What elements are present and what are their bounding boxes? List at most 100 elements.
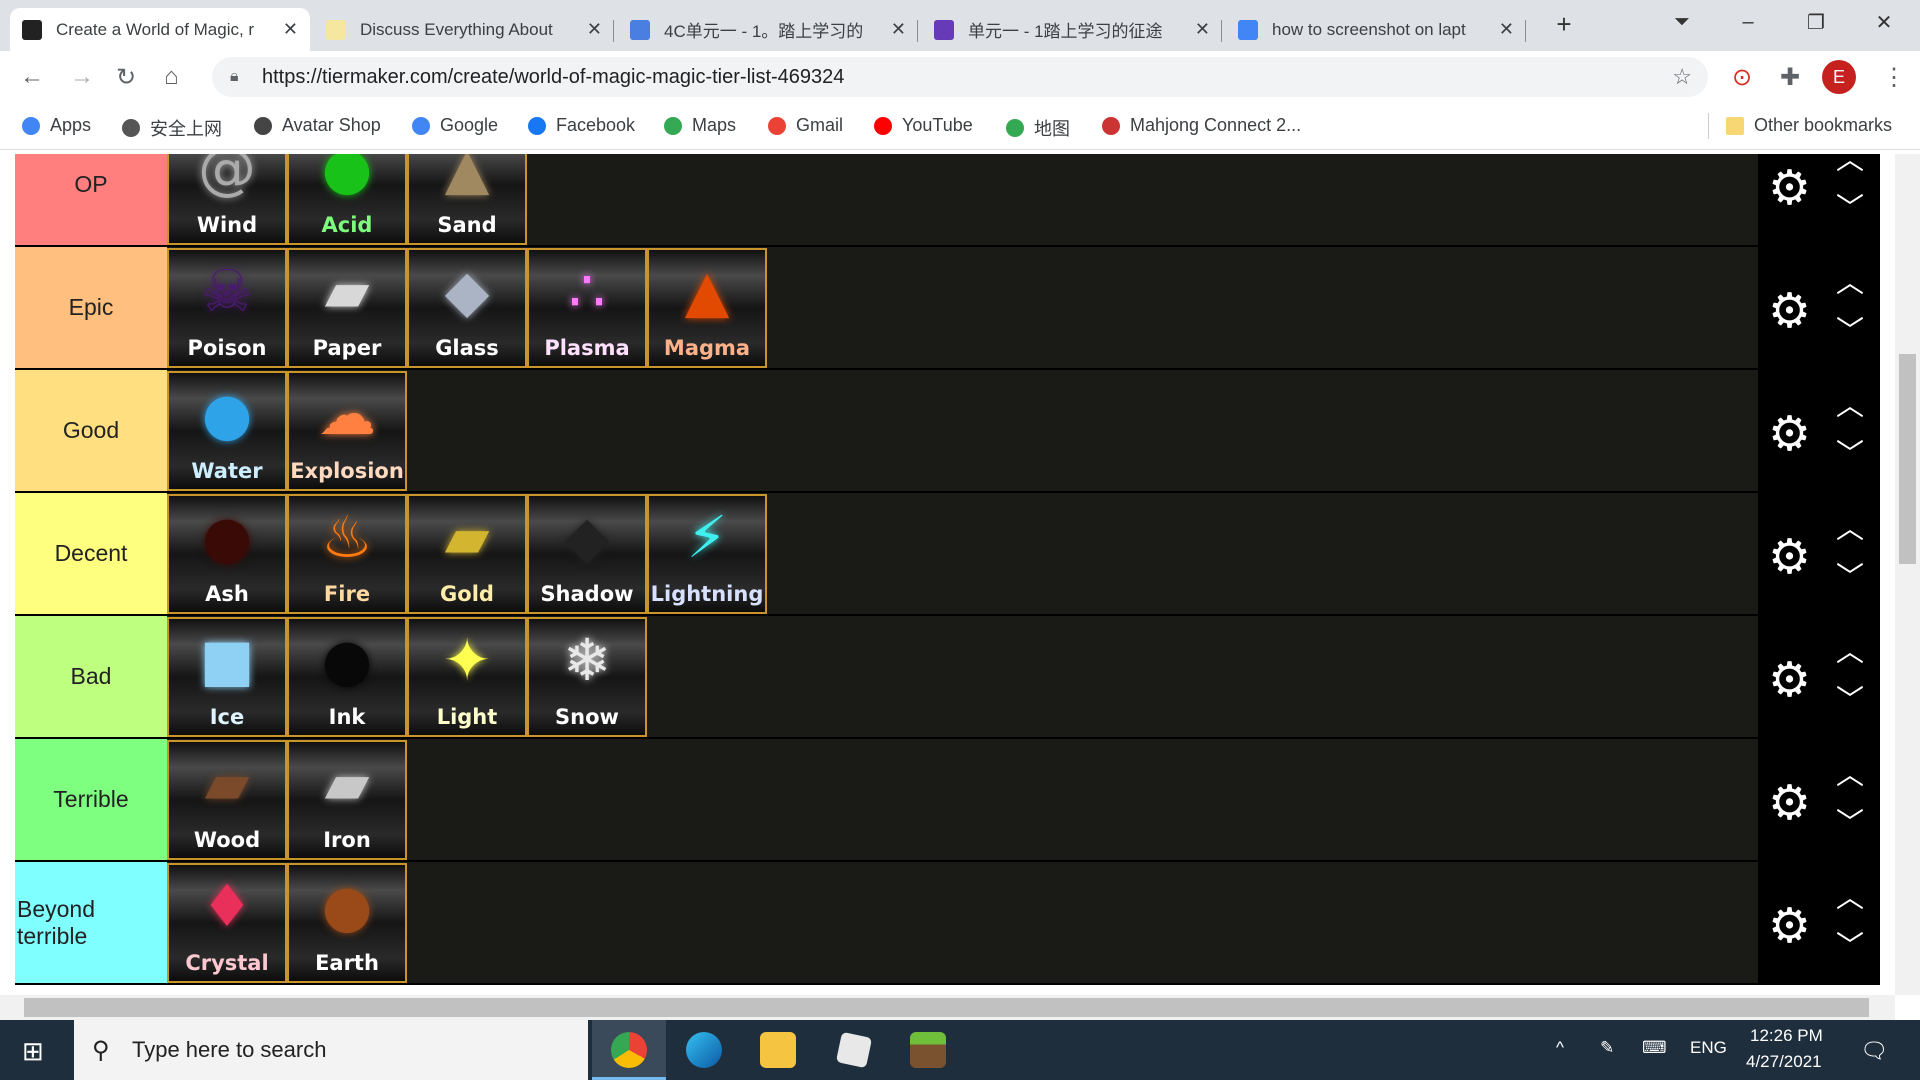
bookmark-1[interactable]: 安全上网 [122, 115, 222, 141]
language-indicator[interactable]: ENG [1690, 1038, 1727, 1058]
gear-icon[interactable]: ⚙ [1768, 652, 1811, 708]
tier-item-crystal[interactable]: ♦ Crystal [167, 863, 287, 983]
windows-start-icon[interactable]: ⊞ [22, 1036, 44, 1067]
chevron-up-icon[interactable]: ︿ [1836, 630, 1864, 670]
chevron-up-icon[interactable]: ︿ [1836, 507, 1864, 547]
tray-chevron-icon[interactable]: ^ [1556, 1038, 1564, 1058]
back-icon[interactable]: ← [20, 63, 44, 91]
tab-1[interactable]: Discuss Everything About ✕ [314, 8, 614, 51]
tier-item-light[interactable]: ✦ Light [407, 617, 527, 737]
tier-items[interactable]: ☠ Poison ▰ Paper ◆ Glass ∴ Plasma ▲ Magma [167, 247, 1758, 368]
horizontal-scroll-thumb[interactable] [24, 998, 1869, 1017]
home-icon[interactable]: ⌂ [164, 63, 179, 91]
tier-item-water[interactable]: ● Water [167, 371, 287, 491]
tier-item-plasma[interactable]: ∴ Plasma [527, 248, 647, 368]
close-tab-icon[interactable]: ✕ [1195, 19, 1210, 40]
tier-item-wind[interactable]: @ Wind [167, 154, 287, 245]
tier-items[interactable]: ● Ash ♨ Fire ▰ Gold ◆ Shadow ⚡ Lightning [167, 493, 1758, 614]
gear-icon[interactable]: ⚙ [1768, 406, 1811, 462]
close-tab-icon[interactable]: ✕ [1499, 19, 1514, 40]
tier-item-ink[interactable]: ● Ink [287, 617, 407, 737]
keyboard-icon[interactable]: ⌨ [1642, 1038, 1667, 1058]
close-tab-icon[interactable]: ✕ [283, 19, 298, 40]
bookmark-0[interactable]: Apps [22, 115, 91, 136]
edge-icon[interactable] [686, 1032, 722, 1068]
tab-3[interactable]: 单元一 - 1踏上学习的征途 ✕ [922, 8, 1222, 51]
tier-item-lightning[interactable]: ⚡ Lightning [647, 494, 767, 614]
chevron-down-icon[interactable]: ﹀ [1836, 309, 1864, 349]
extensions-puzzle-icon[interactable]: ✚ [1780, 63, 1800, 92]
tier-item-poison[interactable]: ☠ Poison [167, 248, 287, 368]
notifications-icon[interactable]: 🗨︎ [1860, 1038, 1888, 1064]
chevron-up-icon[interactable]: ︿ [1836, 384, 1864, 424]
bookmark-6[interactable]: Gmail [768, 115, 843, 136]
tier-items[interactable]: ♦ Crystal ● Earth [167, 862, 1758, 983]
url-input[interactable]: 🔒︎ https://tiermaker.com/create/world-of… [212, 57, 1708, 97]
tier-item-explosion[interactable]: ☁ Explosion [287, 371, 407, 491]
new-tab-button[interactable]: + [1534, 2, 1594, 46]
star-icon[interactable]: ☆ [1672, 64, 1692, 90]
close-tab-icon[interactable]: ✕ [587, 19, 602, 40]
tier-label[interactable]: OP [15, 154, 167, 245]
tier-label[interactable]: Decent [15, 493, 167, 614]
gear-icon[interactable]: ⚙ [1768, 529, 1811, 585]
vertical-scroll-thumb[interactable] [1899, 354, 1916, 564]
tier-item-gold[interactable]: ▰ Gold [407, 494, 527, 614]
bookmark-4[interactable]: Facebook [528, 115, 635, 136]
bookmark-2[interactable]: Avatar Shop [254, 115, 381, 136]
chevron-down-icon[interactable]: ﹀ [1836, 801, 1864, 841]
profile-avatar[interactable]: E [1822, 60, 1856, 94]
tier-item-snow[interactable]: ❄ Snow [527, 617, 647, 737]
chevron-down-icon[interactable]: ﹀ [1836, 555, 1864, 595]
menu-icon[interactable]: ⋮ [1882, 63, 1906, 92]
tier-item-paper[interactable]: ▰ Paper [287, 248, 407, 368]
clock-time[interactable]: 12:26 PM [1750, 1026, 1823, 1046]
chevron-down-icon[interactable]: ﹀ [1836, 678, 1864, 718]
tier-item-wood[interactable]: ▰ Wood [167, 740, 287, 860]
tier-item-ice[interactable]: ■ Ice [167, 617, 287, 737]
tab-4[interactable]: how to screenshot on lapt ✕ [1226, 8, 1526, 51]
chevron-up-icon[interactable]: ︿ [1836, 261, 1864, 301]
roblox-icon[interactable] [835, 1031, 873, 1069]
gear-icon[interactable]: ⚙ [1768, 283, 1811, 339]
tier-item-acid[interactable]: ● Acid [287, 154, 407, 245]
close-window-button[interactable]: ✕ [1854, 0, 1914, 44]
tier-items[interactable]: ● Water ☁ Explosion [167, 370, 1758, 491]
bookmark-5[interactable]: Maps [664, 115, 736, 136]
chevron-down-icon[interactable]: ﹀ [1836, 186, 1864, 226]
tier-items[interactable]: @ Wind ● Acid ▲ Sand [167, 154, 1758, 245]
tier-item-earth[interactable]: ● Earth [287, 863, 407, 983]
bookmark-8[interactable]: 地图 [1006, 115, 1070, 141]
tier-item-iron[interactable]: ▰ Iron [287, 740, 407, 860]
minimize-button[interactable]: – [1718, 0, 1778, 44]
reload-icon[interactable]: ↻ [116, 63, 136, 92]
tier-item-shadow[interactable]: ◆ Shadow [527, 494, 647, 614]
tier-label[interactable]: Beyond terrible [15, 862, 167, 983]
close-tab-icon[interactable]: ✕ [891, 19, 906, 40]
chevron-up-icon[interactable]: ︿ [1836, 876, 1864, 916]
minecraft-icon[interactable] [910, 1032, 946, 1068]
bookmark-9[interactable]: Mahjong Connect 2... [1102, 115, 1301, 136]
tier-item-glass[interactable]: ◆ Glass [407, 248, 527, 368]
tab-search-icon[interactable]: ⏷ [1652, 0, 1712, 44]
chevron-down-icon[interactable]: ﹀ [1836, 432, 1864, 472]
tier-item-fire[interactable]: ♨ Fire [287, 494, 407, 614]
bookmark-7[interactable]: YouTube [874, 115, 973, 136]
restore-button[interactable]: ❐ [1786, 0, 1846, 44]
chevron-up-icon[interactable]: ︿ [1836, 753, 1864, 793]
other-bookmarks[interactable]: Other bookmarks [1726, 115, 1892, 136]
chevron-down-icon[interactable]: ﹀ [1836, 924, 1864, 964]
tier-label[interactable]: Terrible [15, 739, 167, 860]
file-explorer-icon[interactable] [760, 1032, 796, 1068]
tier-items[interactable]: ■ Ice ● Ink ✦ Light ❄ Snow [167, 616, 1758, 737]
gear-icon[interactable]: ⚙ [1768, 898, 1811, 954]
taskbar-search[interactable]: ⚲ Type here to search [74, 1020, 588, 1080]
bookmark-3[interactable]: Google [412, 115, 498, 136]
clock-date[interactable]: 4/27/2021 [1746, 1052, 1822, 1072]
horizontal-scrollbar[interactable] [0, 995, 1895, 1020]
forward-icon[interactable]: → [70, 63, 94, 91]
tier-label[interactable]: Epic [15, 247, 167, 368]
tab-2[interactable]: 4C单元一 - 1。踏上学习的 ✕ [618, 8, 918, 51]
gear-icon[interactable]: ⚙ [1768, 160, 1811, 216]
tier-items[interactable]: ▰ Wood ▰ Iron [167, 739, 1758, 860]
